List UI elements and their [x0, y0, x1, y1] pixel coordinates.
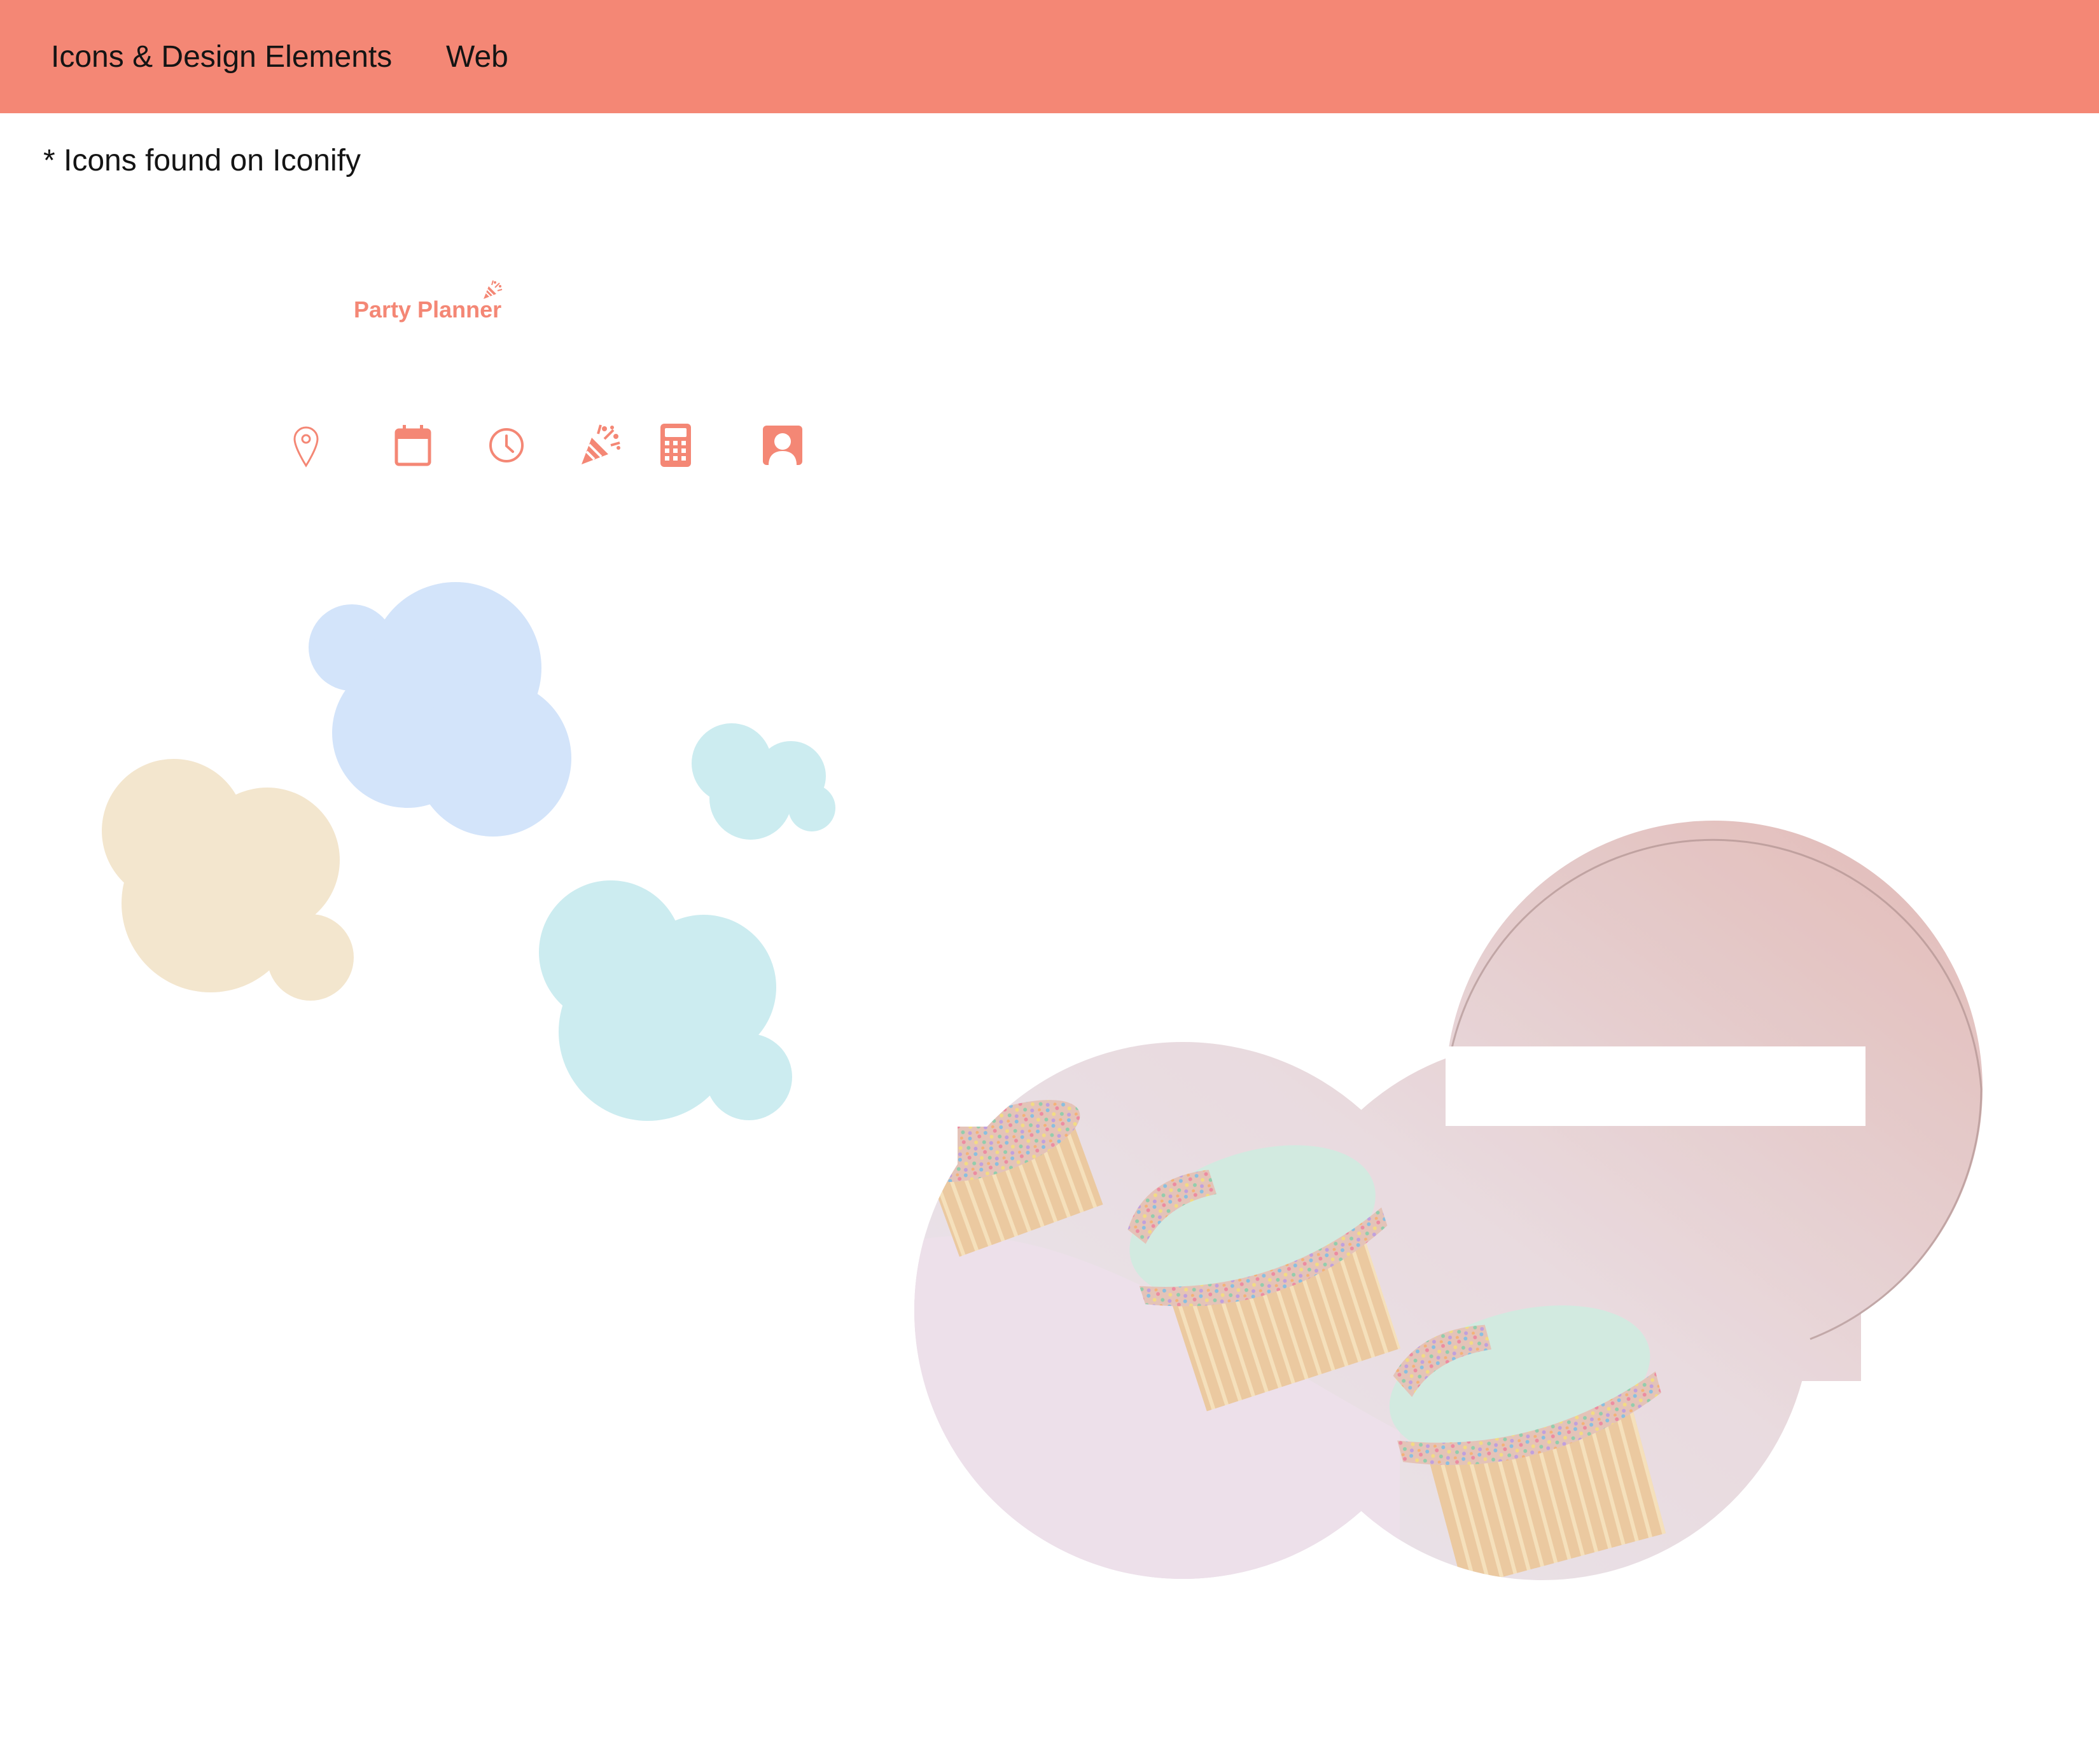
- icon-set: [0, 420, 891, 483]
- calendar-icon: [394, 425, 431, 466]
- cream-cloud-shape: [102, 759, 354, 1001]
- party-planner-logo: Party Planner: [354, 279, 519, 330]
- logo-text: Party Planner: [354, 296, 502, 323]
- location-pin-icon: [293, 426, 319, 468]
- clock-icon: [489, 428, 524, 462]
- user-account-icon: [763, 426, 802, 465]
- white-cutout-bar: [1446, 1046, 1865, 1126]
- small-teal-cloud-shape: [692, 723, 835, 840]
- decorative-graphics: [102, 582, 1983, 1580]
- blue-cloud-shape: [309, 582, 571, 837]
- page: Icons & Design Elements Web * Icons foun…: [0, 0, 2099, 1764]
- top-nav-bar: Icons & Design Elements Web: [0, 0, 2099, 113]
- tab-web[interactable]: Web: [446, 0, 508, 113]
- cupcake-photo: [914, 821, 1983, 1580]
- party-popper-icon: [582, 424, 620, 464]
- calculator-icon: [660, 424, 691, 467]
- large-teal-cloud-shape: [539, 880, 792, 1121]
- icons-source-note: * Icons found on Iconify: [43, 144, 361, 177]
- tab-icons-design-elements[interactable]: Icons & Design Elements: [51, 0, 392, 113]
